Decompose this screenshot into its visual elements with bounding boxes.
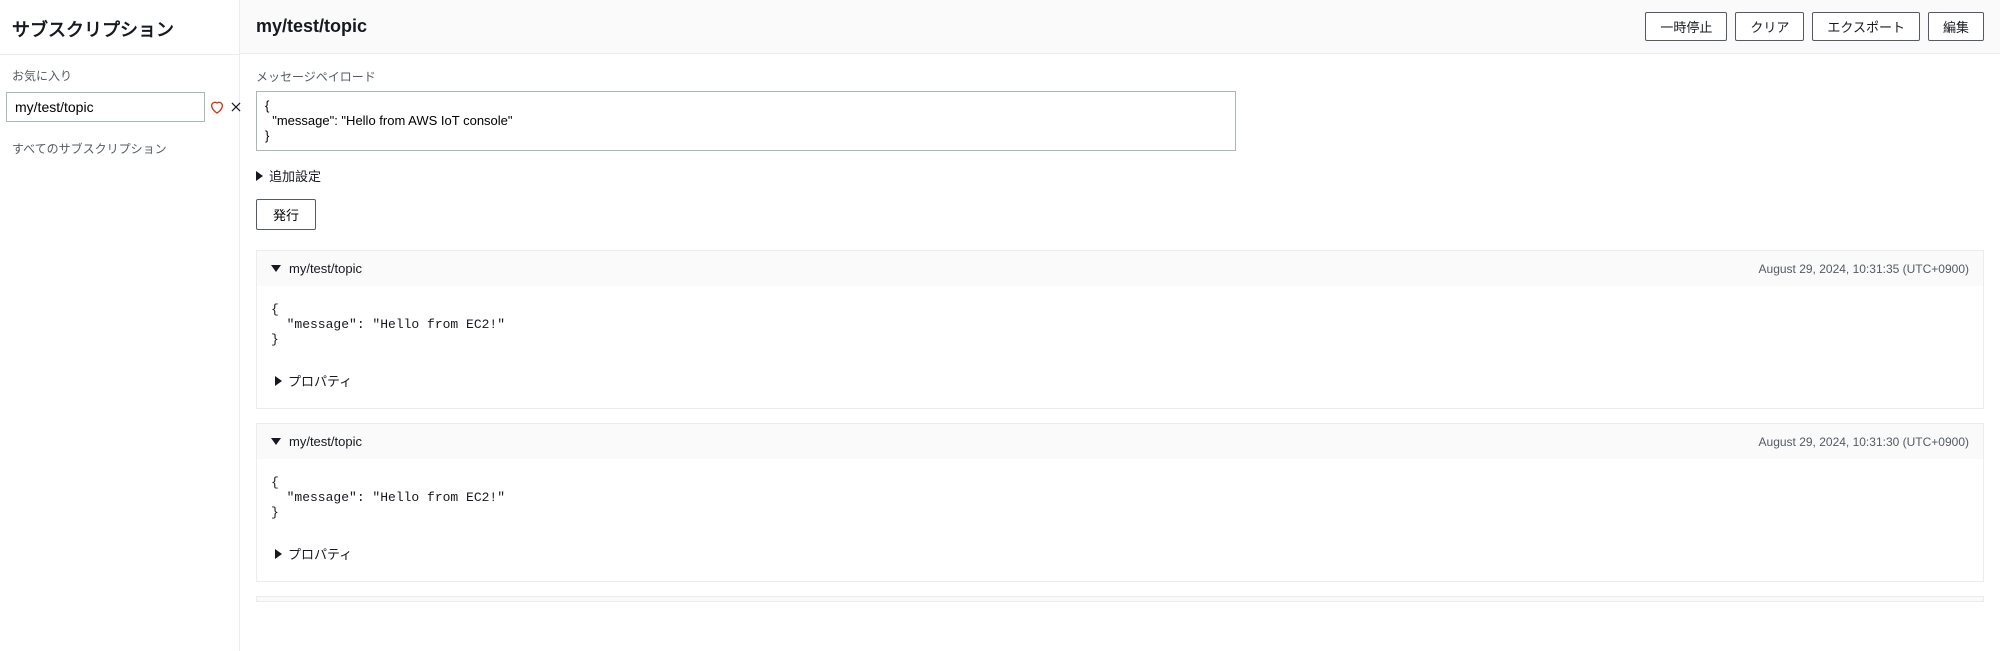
sidebar: サブスクリプション お気に入り すべてのサブスクリプション	[0, 0, 240, 651]
message-timestamp: August 29, 2024, 10:31:30 (UTC+0900)	[1759, 435, 1969, 449]
page-title: my/test/topic	[256, 16, 367, 37]
additional-settings-toggle[interactable]: 追加設定	[256, 166, 1984, 185]
message-timestamp: August 29, 2024, 10:31:35 (UTC+0900)	[1759, 262, 1969, 276]
favorite-heart-icon[interactable]	[209, 97, 225, 117]
messages-list: my/test/topic August 29, 2024, 10:31:35 …	[256, 250, 1984, 602]
main-header: my/test/topic 一時停止 クリア エクスポート 編集	[240, 0, 2000, 54]
properties-label: プロパティ	[288, 544, 352, 563]
export-button[interactable]: エクスポート	[1812, 12, 1920, 41]
chevron-right-icon	[275, 549, 282, 559]
favorites-label: お気に入り	[0, 55, 239, 92]
properties-label: プロパティ	[288, 371, 352, 390]
message-body: { "message": "Hello from EC2!" } プロパティ	[257, 286, 1983, 408]
sidebar-title: サブスクリプション	[0, 0, 239, 55]
chevron-down-icon	[271, 265, 281, 272]
message-card: my/test/topic August 29, 2024, 10:31:30 …	[256, 423, 1984, 582]
payload-label: メッセージペイロード	[256, 68, 1984, 85]
payload-textarea[interactable]: { "message": "Hello from AWS IoT console…	[256, 91, 1236, 151]
message-payload: { "message": "Hello from EC2!" }	[271, 475, 1969, 520]
main: my/test/topic 一時停止 クリア エクスポート 編集 メッセージペイ…	[240, 0, 2000, 651]
topic-input[interactable]	[6, 92, 205, 122]
message-header[interactable]: my/test/topic August 29, 2024, 10:31:30 …	[257, 424, 1983, 459]
all-subscriptions-label[interactable]: すべてのサブスクリプション	[0, 130, 239, 167]
message-card	[256, 596, 1984, 602]
additional-settings-label: 追加設定	[269, 166, 321, 185]
message-topic: my/test/topic	[289, 261, 362, 276]
publish-button[interactable]: 発行	[256, 199, 316, 230]
message-topic: my/test/topic	[289, 434, 362, 449]
properties-toggle[interactable]: プロパティ	[271, 363, 1969, 402]
edit-button[interactable]: 編集	[1928, 12, 1984, 41]
chevron-right-icon	[256, 171, 263, 181]
message-card: my/test/topic August 29, 2024, 10:31:35 …	[256, 250, 1984, 409]
main-body: メッセージペイロード { "message": "Hello from AWS …	[240, 54, 2000, 630]
clear-button[interactable]: クリア	[1735, 12, 1804, 41]
pause-button[interactable]: 一時停止	[1645, 12, 1727, 41]
header-buttons: 一時停止 クリア エクスポート 編集	[1645, 12, 1984, 41]
message-payload: { "message": "Hello from EC2!" }	[271, 302, 1969, 347]
chevron-right-icon	[275, 376, 282, 386]
chevron-down-icon	[271, 438, 281, 445]
message-header[interactable]: my/test/topic August 29, 2024, 10:31:35 …	[257, 251, 1983, 286]
properties-toggle[interactable]: プロパティ	[271, 536, 1969, 575]
message-body: { "message": "Hello from EC2!" } プロパティ	[257, 459, 1983, 581]
topic-input-row	[0, 92, 239, 130]
